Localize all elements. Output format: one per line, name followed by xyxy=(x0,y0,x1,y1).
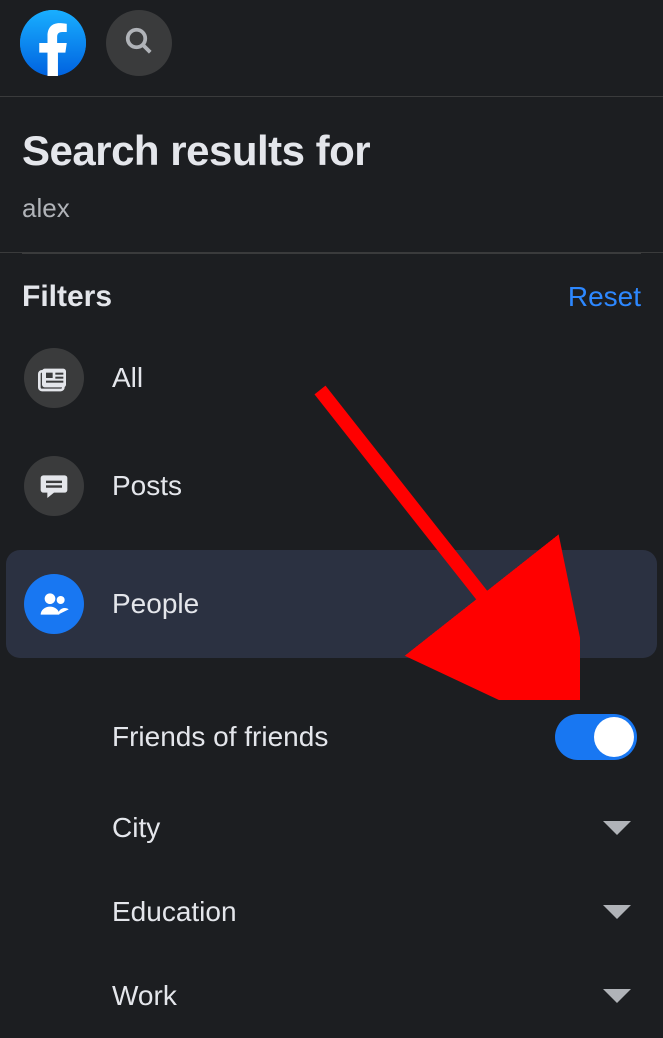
search-button[interactable] xyxy=(106,10,172,76)
top-bar xyxy=(0,0,663,97)
posts-icon xyxy=(24,456,84,516)
search-icon xyxy=(124,26,154,61)
page-title: Search results for xyxy=(22,127,641,175)
sub-label: Education xyxy=(112,896,237,928)
chevron-down-icon xyxy=(603,821,631,835)
facebook-logo[interactable] xyxy=(20,10,86,76)
people-icon xyxy=(24,574,84,634)
filters-header: Filters Reset xyxy=(0,254,663,334)
filter-label: Posts xyxy=(112,470,182,502)
sub-label: Friends of friends xyxy=(112,721,328,753)
chevron-down-icon xyxy=(603,989,631,1003)
filter-all[interactable]: All xyxy=(6,334,657,422)
sub-work[interactable]: Work xyxy=(112,954,637,1038)
sub-city[interactable]: City xyxy=(112,786,637,870)
sub-education[interactable]: Education xyxy=(112,870,637,954)
search-query: alex xyxy=(22,193,641,224)
all-icon xyxy=(24,348,84,408)
sub-filter-list: Friends of friends City Education Work xyxy=(0,678,663,1038)
filter-people[interactable]: People xyxy=(6,550,657,658)
reset-link[interactable]: Reset xyxy=(568,281,641,313)
search-header: Search results for alex xyxy=(0,97,663,253)
filter-label: All xyxy=(112,362,143,394)
filter-label: People xyxy=(112,588,199,620)
sub-label: City xyxy=(112,812,160,844)
sub-label: Work xyxy=(112,980,177,1012)
friends-of-friends-toggle[interactable] xyxy=(555,714,637,760)
toggle-knob xyxy=(594,717,634,757)
filter-posts[interactable]: Posts xyxy=(6,442,657,530)
sub-friends-of-friends: Friends of friends xyxy=(112,688,637,786)
filters-label: Filters xyxy=(22,280,112,314)
chevron-down-icon xyxy=(603,905,631,919)
filter-list: All Posts People xyxy=(0,334,663,658)
